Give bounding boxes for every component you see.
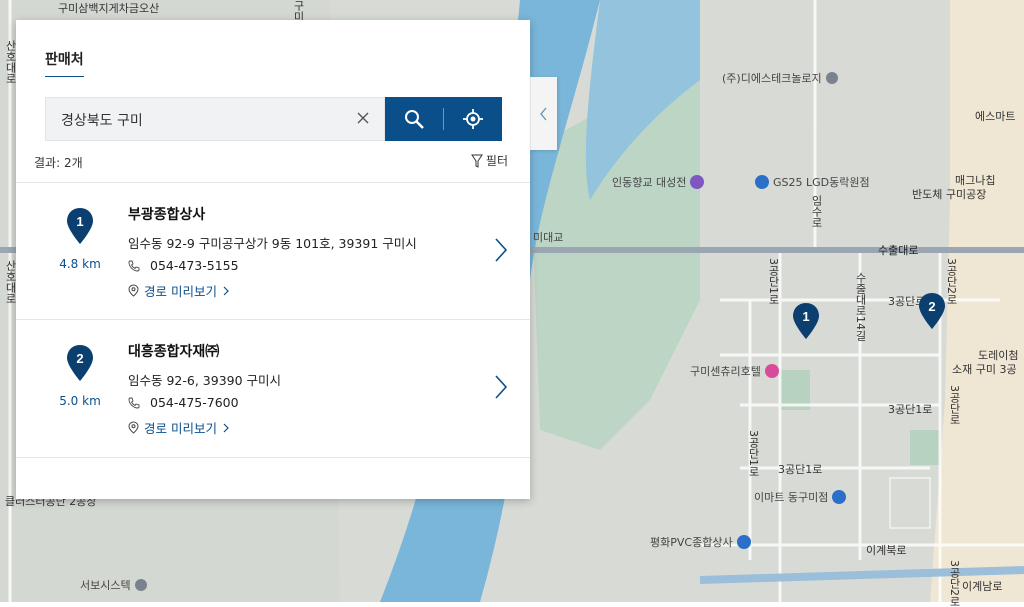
search-input-value[interactable]: 경상북도 구미	[61, 110, 143, 130]
location-pin-icon	[128, 421, 139, 434]
poi-disetech[interactable]: (주)디에스테크놀로지	[722, 70, 838, 86]
filter-button[interactable]: 필터	[470, 152, 508, 169]
map-marker-2[interactable]: 2	[918, 292, 946, 330]
dealer-panel: 판매처 경상북도 구미 결과: 2개 필터 1 4.8 km 부광종합상사 임수…	[16, 20, 530, 499]
phone-number: 054-473-5155	[150, 258, 239, 273]
poi-pyeonghwa[interactable]: 평화PVC종합상사	[650, 534, 751, 550]
chevron-right-icon[interactable]	[494, 374, 508, 400]
poi-bridge[interactable]: 미대교	[533, 229, 563, 245]
dealer-phone[interactable]: 054-475-7600	[128, 395, 239, 410]
dealer-address: 임수동 92-6, 39390 구미시	[128, 373, 282, 388]
search-input[interactable]: 경상북도 구미	[45, 97, 385, 141]
poi-sentinel[interactable]: 인동향교 대성전	[612, 174, 705, 190]
search-button[interactable]	[385, 97, 443, 141]
road-label-3gongdan1-h: 3공단1로	[888, 403, 933, 416]
phone-number: 054-475-7600	[150, 395, 239, 410]
tab-dealers[interactable]: 판매처	[45, 49, 84, 78]
clear-icon[interactable]	[354, 109, 372, 127]
search-icon	[405, 110, 424, 129]
distance: 5.0 km	[59, 394, 101, 408]
chevron-right-small-icon	[223, 423, 229, 432]
dealer-phone[interactable]: 054-473-5155	[128, 258, 239, 273]
poi-bandoche[interactable]: 반도체 구미공장	[912, 186, 986, 202]
road-label-imsu: 임수로	[810, 195, 823, 228]
dealer-name: 대흥종합자재㈜	[128, 344, 220, 360]
list-divider	[16, 457, 530, 458]
store-icon	[755, 175, 769, 189]
poi-label-top-left: 구미삼백지게차금오산	[58, 2, 160, 15]
collapse-panel-button[interactable]	[530, 77, 557, 150]
place-icon	[134, 579, 147, 591]
list-item[interactable]: 1 4.8 km 부광종합상사 임수동 92-9 구미공구상가 9동 101호,…	[16, 183, 530, 320]
locate-icon	[463, 109, 483, 129]
poi-emart[interactable]: 이마트 동구미점	[754, 489, 847, 505]
panel-header: 판매처	[16, 20, 530, 78]
chevron-right-small-icon	[223, 286, 229, 295]
filter-icon	[470, 154, 483, 168]
chevron-right-icon[interactable]	[494, 237, 508, 263]
distance: 4.8 km	[59, 257, 101, 271]
poi-sojae[interactable]: 소재 구미 3공	[952, 361, 1017, 377]
poi-hotel[interactable]: 구미센츄리호텔	[690, 363, 779, 379]
road-label-3gongdan2-v2: 3공단2로	[948, 560, 961, 607]
filter-label: 필터	[485, 154, 508, 168]
phone-icon	[128, 397, 140, 408]
map-marker-1[interactable]: 1	[792, 302, 820, 340]
marker-num-2: 2	[928, 299, 935, 314]
shopping-icon	[832, 490, 847, 504]
pin-number: 2	[76, 351, 83, 366]
route-preview-link[interactable]: 경로 미리보기	[128, 418, 230, 437]
road-label-3gongdan1-h2: 3공단1로	[778, 463, 823, 476]
route-preview-label: 경로 미리보기	[144, 421, 217, 436]
road-label-suchul14: 수출대로14길	[854, 272, 867, 341]
road-label-3gongdan1-v2: 3공단1로	[747, 430, 760, 477]
poi-seobo[interactable]: 서보시스텍	[80, 577, 147, 593]
pin-number: 1	[76, 214, 83, 229]
place-icon	[825, 72, 838, 84]
list-item[interactable]: 2 5.0 km 대흥종합자재㈜ 임수동 92-6, 39390 구미시 054…	[16, 320, 530, 457]
poi-gs25[interactable]: GS25 LGD동락원점	[755, 174, 870, 190]
chevron-left-icon	[540, 107, 547, 120]
pin-icon: 1	[67, 208, 93, 244]
current-location-button[interactable]	[444, 97, 502, 141]
landmark-icon	[690, 175, 705, 189]
route-preview-link[interactable]: 경로 미리보기	[128, 281, 230, 300]
search-actions	[385, 97, 502, 141]
road-label-3gongdan1: 3공단1로	[767, 258, 780, 305]
search-area: 경상북도 구미	[16, 77, 530, 177]
road-label-igyebuk: 이계북로	[866, 544, 907, 557]
road-label-igyenam: 이계남로	[962, 580, 1003, 593]
road-label-suchul: 수출대로	[878, 244, 919, 257]
phone-icon	[128, 260, 140, 271]
route-preview-label: 경로 미리보기	[144, 284, 217, 299]
lock-shop-icon	[736, 535, 751, 549]
location-pin-icon	[128, 284, 139, 297]
marker-num-1: 1	[802, 309, 809, 324]
road-label-3gongdan-v2: 3공단로	[948, 385, 961, 425]
hotel-icon	[764, 364, 779, 378]
dealer-address: 임수동 92-9 구미공구상가 9동 101호, 39391 구미시	[128, 236, 417, 251]
pin-icon: 2	[67, 345, 93, 381]
dealer-name: 부광종합상사	[128, 207, 206, 223]
result-count: 결과: 2개	[34, 156, 83, 170]
poi-esmart[interactable]: 에스마트	[975, 108, 1015, 124]
